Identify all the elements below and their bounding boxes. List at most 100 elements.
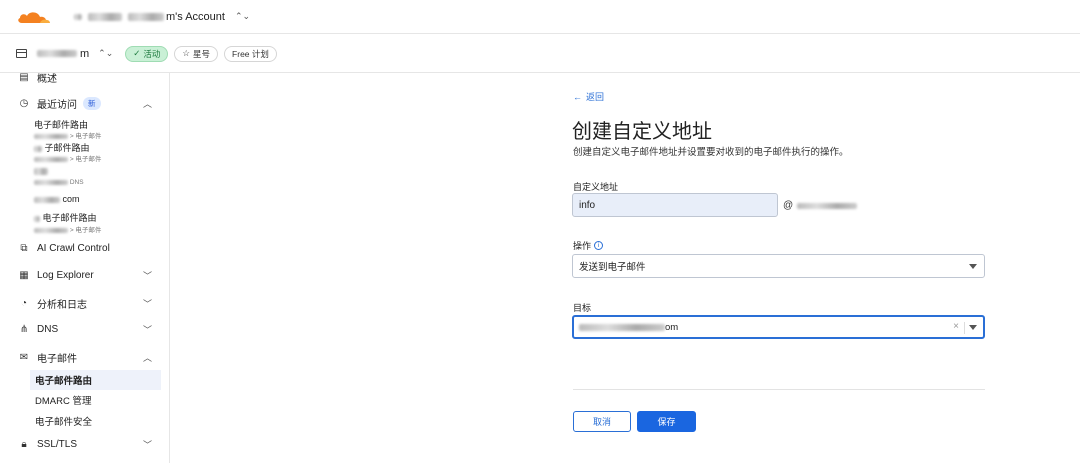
recent-item-sub: > 电子邮件	[34, 153, 101, 163]
info-icon[interactable]: i	[594, 241, 604, 250]
recent-item-sub: > 电子邮件	[34, 130, 101, 140]
form-divider	[573, 389, 985, 390]
target-label: 目标	[573, 301, 591, 314]
action-label: 操作 i	[573, 239, 604, 252]
sidebar: ▤ 概述 ◷ 最近访问 新 ︿ 电子邮件路由 > 电子邮件 子邮件路由 > 电子…	[0, 73, 170, 463]
action-select-value: 发送到电子邮件	[579, 262, 646, 273]
zone-name-text: m	[80, 47, 90, 60]
sidebar-item-label: DNS	[37, 323, 59, 335]
network-icon: ⋔	[19, 323, 29, 335]
zone-switcher[interactable]: m ⌃⌄	[37, 48, 113, 60]
domain-suffix: @	[783, 200, 858, 211]
recent-item-sub-text: > 电子邮件	[69, 133, 102, 140]
chevron-updown-icon: ⌃⌄	[234, 11, 251, 21]
clear-icon[interactable]: ×	[953, 321, 959, 332]
chevron-down-icon: ﹀	[142, 439, 152, 450]
chevron-updown-icon: ⌃⌄	[98, 48, 114, 58]
custom-address-label-text: 自定义地址	[573, 182, 619, 192]
sidebar-item-label: SSL/TLS	[37, 438, 78, 450]
action-label-text: 操作	[573, 241, 592, 251]
redacted-text	[34, 196, 60, 203]
redacted-text	[34, 156, 68, 162]
cloudflare-logo[interactable]	[16, 8, 52, 26]
redacted-text	[128, 12, 164, 21]
recent-item-title[interactable]	[34, 166, 48, 176]
sidebar-item-label: 概述	[37, 74, 57, 85]
sidebar-item-analytics[interactable]: ◔ 分析和日志 ﹀	[18, 296, 158, 311]
redacted-text	[34, 179, 68, 185]
sidebar-subitem-dmarc[interactable]: DMARC 管理	[30, 390, 161, 410]
sidebar-item-email[interactable]: ✉ 电子邮件 ︿	[18, 350, 158, 365]
save-button[interactable]: 保存	[637, 411, 696, 432]
redacted-text	[797, 202, 858, 209]
back-link[interactable]: ← 返回	[573, 90, 604, 103]
caret-down-icon[interactable]	[969, 325, 977, 330]
account-switcher[interactable]: m's Account ⌃⌄	[74, 11, 250, 23]
sidebar-item-dns[interactable]: ⋔ DNS ﹀	[18, 323, 158, 335]
chevron-up-icon: ︿	[142, 99, 152, 109]
separator	[964, 322, 965, 334]
sidebar-item-label: AI Crawl Control	[37, 242, 110, 254]
chevron-down-icon: ﹀	[142, 270, 152, 281]
sidebar-subitem-label: 电子邮件路由	[35, 376, 93, 387]
redacted-text	[579, 323, 665, 331]
status-badge: ✓ 活动	[125, 45, 169, 62]
star-label: 星号	[193, 48, 211, 59]
plan-badge[interactable]: Free 计划	[224, 45, 277, 62]
redacted-text	[37, 50, 77, 57]
page-title: 创建自定义地址	[572, 121, 712, 143]
page-description: 创建自定义电子邮件地址并设置要对收到的电子邮件执行的操作。	[573, 147, 849, 158]
account-name-text: m's Account	[166, 10, 225, 23]
recent-item-sub-text: > 电子邮件	[69, 227, 102, 234]
cancel-button[interactable]: 取消	[573, 411, 631, 432]
target-select[interactable]: om ×	[572, 315, 985, 339]
at-sign: @	[783, 200, 794, 211]
target-select-value: om	[665, 321, 679, 333]
redacted-text	[34, 215, 40, 222]
chevron-down-icon: ﹀	[142, 324, 152, 335]
star-icon: ☆	[182, 48, 191, 58]
sidebar-item-log-explorer[interactable]: ▦ Log Explorer ﹀	[18, 269, 158, 281]
sidebar-subitem-email-routing[interactable]: 电子邮件路由	[30, 370, 161, 390]
main-content: ← 返回 创建自定义地址 创建自定义电子邮件地址并设置要对收到的电子邮件执行的操…	[171, 73, 1080, 463]
sidebar-subitem-label: DMARC 管理	[35, 396, 92, 407]
redacted-text	[34, 168, 48, 176]
caret-down-icon	[969, 264, 977, 269]
chevron-up-icon: ︿	[142, 353, 152, 363]
top-bar: m's Account ⌃⌄	[0, 0, 1080, 34]
log-icon: ▦	[19, 269, 29, 281]
plan-text: Free 计划	[232, 48, 269, 59]
status-text: 活动	[143, 48, 161, 59]
document-icon: ▤	[19, 73, 29, 83]
custom-address-input[interactable]: info	[572, 193, 778, 217]
sidebar-item-label: 最近访问	[37, 100, 77, 111]
star-button[interactable]: ☆ 星号	[174, 45, 219, 62]
sidebar-item-ai-crawl-control[interactable]: ⧉ AI Crawl Control	[18, 242, 158, 254]
custom-address-value: info	[579, 199, 596, 211]
back-link-text: 返回	[586, 92, 605, 102]
recent-item-title-text: 子邮件路由	[44, 143, 90, 153]
sidebar-subitem-email-security[interactable]: 电子邮件安全	[30, 411, 161, 431]
redacted-text	[88, 12, 122, 21]
redacted-text	[34, 227, 68, 233]
recent-item-sub: > 电子邮件	[34, 224, 101, 234]
history-icon: ◷	[19, 98, 29, 109]
zone-bar: m ⌃⌄ ✓ 活动 ☆ 星号 Free 计划	[0, 35, 1080, 73]
sidebar-item-ssl-tls[interactable]: 🔒︎ SSL/TLS ﹀	[18, 438, 158, 450]
sidebar-item-overview[interactable]: ▤ 概述	[18, 73, 158, 85]
lock-icon: 🔒︎	[21, 438, 27, 450]
target-label-text: 目标	[573, 303, 592, 313]
recent-item-title[interactable]: 电子邮件路由	[34, 211, 97, 224]
new-badge: 新	[83, 97, 101, 110]
check-icon: ✓	[133, 48, 141, 58]
recent-item-title[interactable]: com	[34, 194, 80, 204]
sidebar-item-label: 分析和日志	[37, 300, 87, 311]
action-select[interactable]: 发送到电子邮件	[572, 254, 985, 278]
sidebar-item-recent[interactable]: ◷ 最近访问 新 ︿	[18, 96, 158, 111]
chart-pie-icon: ◔	[20, 298, 28, 309]
sidebar-item-label: Log Explorer	[37, 269, 94, 281]
recent-item-sub: DNS	[34, 179, 84, 186]
redacted-text	[34, 133, 68, 139]
recent-item-sub-text: DNS	[69, 179, 84, 186]
redacted-text	[34, 145, 42, 152]
